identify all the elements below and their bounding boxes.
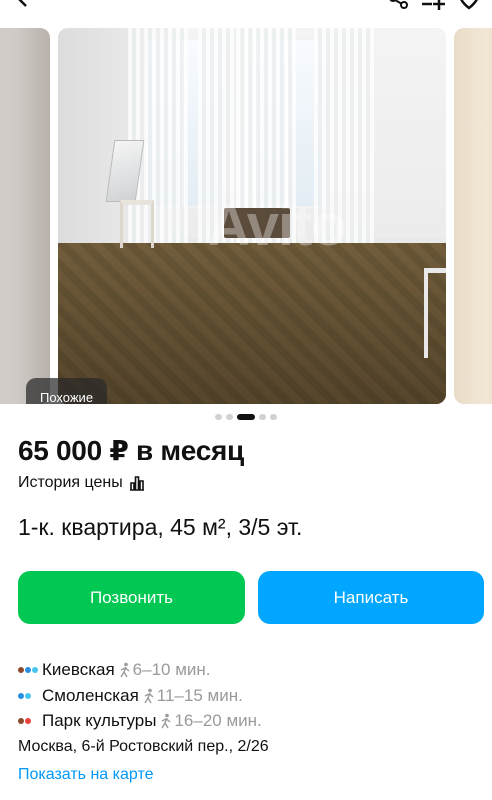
metro-line-dot [25,667,31,673]
avito-watermark: Avito [208,193,347,258]
price: 65 000 ₽ в месяц [18,435,244,466]
top-toolbar [0,0,492,12]
photo-gallery[interactable]: Avito Похожие [0,28,492,404]
pagination-dot [226,414,233,420]
add-note-icon[interactable] [420,0,446,15]
metro-station-name: Смоленская [42,686,139,705]
metro-station-name: Киевская [42,660,115,679]
call-button[interactable]: Позвонить [18,571,245,624]
walking-icon [119,662,131,678]
metro-walk-time: 16–20 мин. [174,711,262,730]
listing-title: 1-к. квартира, 45 м², 3/5 эт. [18,514,303,540]
metro-station: Смоленская 11–15 мин. [18,686,243,706]
metro-line-icon [18,667,38,673]
pagination-dot [215,414,222,420]
share-icon[interactable] [388,0,410,15]
price-history-link[interactable]: История цены [18,474,145,492]
photo-side-table [120,200,154,248]
metro-line-dot [18,718,24,724]
metro-line-dot [25,718,31,724]
metro-walk-time: 11–15 мин. [156,686,243,705]
walking-icon [160,713,172,729]
photo-floor-shade [58,243,446,404]
metro-line-icon [18,718,38,724]
metro-line-dot [18,667,24,673]
message-button[interactable]: Написать [258,571,484,624]
previous-photo[interactable] [0,28,50,404]
pagination-dot-active [237,414,255,420]
metro-station-name: Парк культуры [42,711,157,730]
bar-chart-icon [129,475,145,491]
next-photo[interactable] [454,28,492,404]
pagination-dot [259,414,266,420]
metro-walk-time: 6–10 мин. [132,660,211,679]
metro-line-dot [32,667,38,673]
show-on-map-link[interactable]: Показать на карте [18,766,153,784]
address: Москва, 6-й Ростовский пер., 2/26 [18,738,269,755]
metro-station: Киевская 6–10 мин. [18,660,211,680]
metro-station: Парк культуры 16–20 мин. [18,711,262,731]
pagination-dot [270,414,277,420]
photo-chair [424,268,446,358]
gallery-pagination-dots [0,414,492,422]
metro-line-dot [25,693,31,699]
favorite-heart-icon[interactable] [456,0,482,15]
main-photo[interactable]: Avito [58,28,446,404]
metro-line-icon [18,693,38,699]
metro-line-dot [18,693,24,699]
similar-button[interactable]: Похожие [26,378,108,404]
back-arrow-icon[interactable] [14,0,30,13]
price-history-label: История цены [18,474,123,491]
walking-icon [143,688,155,704]
